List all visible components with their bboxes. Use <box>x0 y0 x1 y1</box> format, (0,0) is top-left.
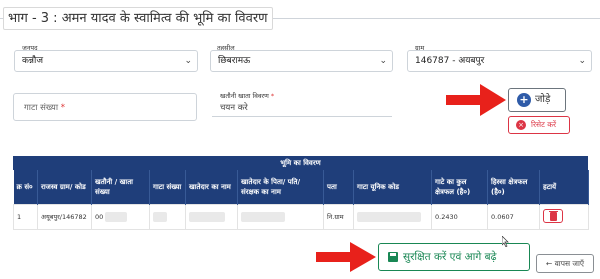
x-circle-icon: × <box>516 120 526 130</box>
col-gata: गाटा संख्या <box>149 170 186 204</box>
chevron-down-icon: ⌄ <box>578 56 586 66</box>
col-delete: हटायें <box>539 170 589 204</box>
col-sno: क्र सं० <box>13 170 38 204</box>
table-header-row: क्र सं० राजस्व ग्राम/ कोड खतौनी / खाता स… <box>13 170 589 204</box>
land-table: भूमि का विवरण क्र सं० राजस्व ग्राम/ कोड … <box>13 156 589 230</box>
cell-sno: 1 <box>13 203 38 230</box>
col-total-area: गाटे का कुल क्षेत्रफल (है०) <box>431 170 488 204</box>
add-button-label: जोड़े <box>535 94 551 105</box>
save-button-label: सुरक्षित करें एवं आगे बढ़े <box>403 251 497 263</box>
col-khata: खतौनी / खाता संख्या <box>91 170 150 204</box>
trash-icon <box>550 211 557 221</box>
redacted-text <box>153 211 167 222</box>
add-button[interactable]: + जोड़े <box>508 88 566 112</box>
gata-number-input[interactable]: गाटा संख्या * <box>13 93 197 121</box>
district-select[interactable]: कन्नौज ⌄ <box>14 50 198 72</box>
required-mark: * <box>60 103 65 113</box>
back-button[interactable]: ← वापस जाएँ <box>536 254 594 273</box>
cell-address: नि.ग्राम <box>323 203 354 230</box>
village-select[interactable]: 146787 - अयबपुर ⌄ <box>407 50 592 72</box>
col-owner: खातेदार का नाम <box>185 170 238 204</box>
arrow-left-icon: ← <box>545 259 553 268</box>
col-share-area: हिस्सा क्षेत्रफल (है०) <box>487 170 540 204</box>
col-address: पता <box>323 170 354 204</box>
gata-number-placeholder: गाटा संख्या <box>24 103 59 113</box>
save-and-continue-button[interactable]: सुरक्षित करें एवं आगे बढ़े <box>378 243 530 271</box>
chevron-down-icon: ⌄ <box>379 56 387 66</box>
khatauni-select[interactable]: चयन करे <box>212 99 392 117</box>
cell-total-area: 0.2430 <box>431 203 488 230</box>
arrow-right-annotation <box>316 242 376 272</box>
plus-circle-icon: + <box>517 93 531 107</box>
district-value: कन्नौज <box>22 56 44 66</box>
cell-village: अयूबपुर/146782 <box>37 203 92 230</box>
col-unique-code: गाटा यूनिक कोड <box>353 170 432 204</box>
village-value: 146787 - अयबपुर <box>415 56 485 66</box>
section-title: भाग - 3 : अमन यादव के स्वामित्व की भूमि … <box>3 7 273 30</box>
redacted-text <box>105 211 128 222</box>
land-table-grid: क्र सं० राजस्व ग्राम/ कोड खतौनी / खाता स… <box>13 170 589 230</box>
col-guardian: खातेदार के पिता/ पति/ संरक्षक का नाम <box>237 170 324 204</box>
redacted-text <box>189 211 225 222</box>
cell-khata: 00 <box>95 212 104 221</box>
page: भाग - 3 : अमन यादव के स्वामित्व की भूमि … <box>0 0 600 279</box>
chevron-down-icon: ⌄ <box>184 56 192 66</box>
cell-share-area: 0.0607 <box>487 203 540 230</box>
floppy-disk-icon <box>388 252 398 262</box>
reset-button-label: रिसेट करें <box>531 120 557 129</box>
table-row: 1 अयूबपुर/146782 00 नि.ग्राम 0.2430 0.06… <box>13 203 589 230</box>
redacted-text <box>241 211 285 222</box>
col-village: राजस्व ग्राम/ कोड <box>37 170 92 204</box>
delete-row-button[interactable] <box>543 208 563 223</box>
reset-button[interactable]: × रिसेट करें <box>508 116 570 134</box>
khatauni-placeholder: चयन करे <box>220 103 248 113</box>
tehsil-select[interactable]: छिबरामऊ ⌄ <box>210 50 393 72</box>
tehsil-value: छिबरामऊ <box>218 56 251 66</box>
back-button-label: वापस जाएँ <box>554 259 585 268</box>
arrow-right-annotation <box>446 84 506 116</box>
mouse-pointer-icon <box>502 236 509 247</box>
table-title: भूमि का विवरण <box>13 156 588 170</box>
redacted-text <box>357 211 421 222</box>
